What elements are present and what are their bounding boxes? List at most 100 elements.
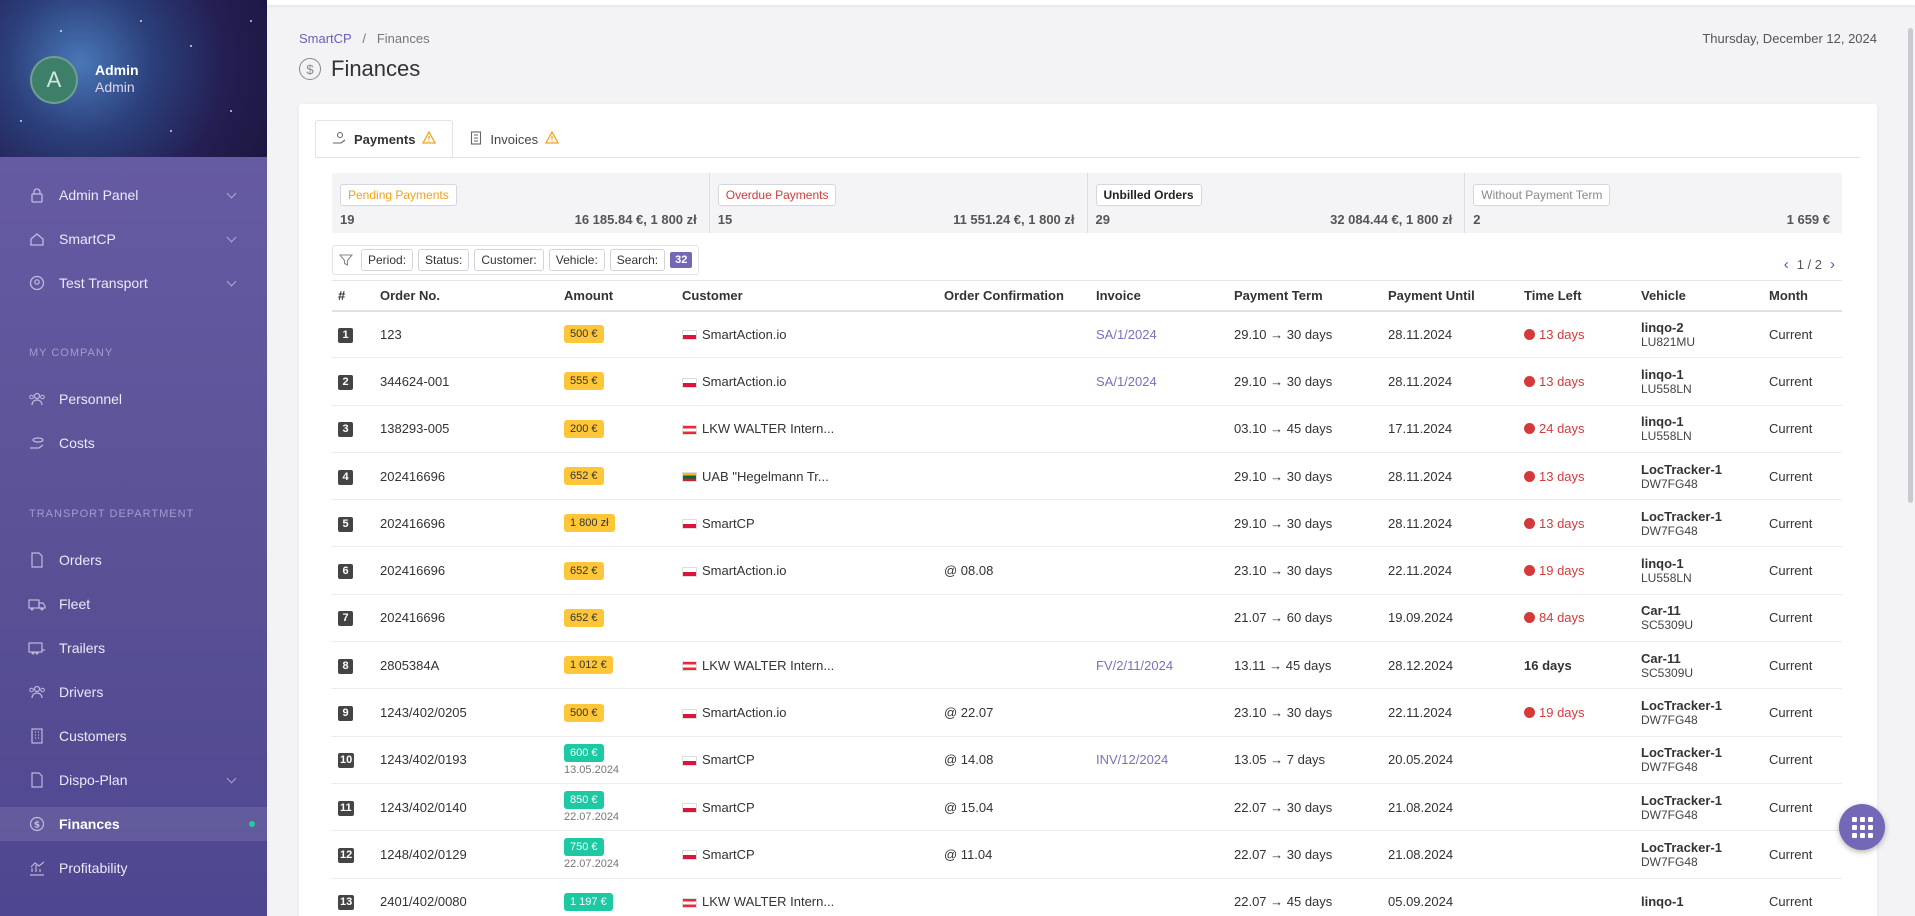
order-number[interactable]: 123 — [374, 310, 558, 359]
vehicle-cell[interactable]: linqo-1 LU558LN — [1635, 357, 1763, 406]
table-row[interactable]: 6 202416696 652 € SmartAction.io @ 08.08 23.1… — [332, 546, 1842, 595]
invoice-cell[interactable] — [1090, 405, 1228, 453]
prev-page-icon[interactable]: ‹ — [1776, 256, 1797, 273]
filter-customer[interactable]: Customer: — [474, 249, 544, 271]
stat-unbilled-orders[interactable]: Unbilled Orders 29 32 084.44 €, 1 800 zł — [1088, 173, 1466, 233]
invoice-link[interactable]: SA/1/2024 — [1096, 327, 1157, 342]
customer-cell[interactable]: SmartCP — [676, 830, 938, 879]
table-row[interactable]: 11 1243/402/0140 850 €22.07.2024 SmartCP @ 1… — [332, 783, 1842, 832]
avatar[interactable]: A — [30, 56, 78, 104]
invoice-cell[interactable] — [1090, 499, 1228, 548]
vehicle-cell[interactable]: LocTracker-1 DW7FG48 — [1635, 736, 1763, 784]
sidebar-item-finances[interactable]: $ Finances — [0, 807, 267, 841]
column-header[interactable]: Month — [1763, 280, 1842, 312]
order-number[interactable]: 202416696 — [374, 546, 558, 595]
order-number[interactable]: 1243/402/0140 — [374, 783, 558, 832]
order-number[interactable]: 2401/402/0080 — [374, 878, 558, 916]
column-header[interactable]: Order Confirmation — [938, 280, 1090, 312]
sidebar-item-drivers[interactable]: Drivers — [0, 675, 267, 709]
vehicle-cell[interactable]: LocTracker-1 DW7FG48 — [1635, 452, 1763, 501]
column-header[interactable]: Customer — [676, 280, 938, 312]
customer-cell[interactable]: SmartAction.io — [676, 357, 938, 406]
column-header[interactable]: Amount — [558, 280, 676, 312]
sidebar-item-profitability[interactable]: Profitability — [0, 851, 267, 885]
order-number[interactable]: 202416696 — [374, 594, 558, 643]
order-number[interactable]: 138293-005 — [374, 405, 558, 453]
order-number[interactable]: 1243/402/0205 — [374, 688, 558, 737]
sidebar-item-trailers[interactable]: Trailers — [0, 631, 267, 665]
customer-cell[interactable]: LKW WALTER Intern... — [676, 641, 938, 690]
sidebar-item-orders[interactable]: Orders — [0, 543, 267, 577]
invoice-cell[interactable] — [1090, 688, 1228, 737]
column-header[interactable]: Payment Until — [1382, 280, 1518, 312]
customer-cell[interactable]: SmartCP — [676, 783, 938, 832]
column-header[interactable]: Invoice — [1090, 280, 1228, 312]
vehicle-cell[interactable]: LocTracker-1 DW7FG48 — [1635, 830, 1763, 879]
order-number[interactable]: 2805384A — [374, 641, 558, 690]
invoice-cell[interactable]: FV/2/11/2024 — [1090, 641, 1228, 690]
order-number[interactable]: 344624-001 — [374, 357, 558, 406]
order-number[interactable]: 202416696 — [374, 499, 558, 548]
filter-status[interactable]: Status: — [418, 249, 470, 271]
table-row[interactable]: 2 344624-001 555 € SmartAction.io SA/1/2024 2… — [332, 357, 1842, 406]
column-header[interactable]: Vehicle — [1635, 280, 1763, 312]
invoice-cell[interactable] — [1090, 878, 1228, 916]
table-row[interactable]: 3 138293-005 200 € LKW WALTER Intern... 03.1… — [332, 405, 1842, 453]
vehicle-cell[interactable]: linqo-1 — [1635, 878, 1763, 916]
vehicle-cell[interactable]: LocTracker-1 DW7FG48 — [1635, 688, 1763, 737]
table-row[interactable]: 8 2805384A 1 012 € LKW WALTER Intern... FV/2… — [332, 641, 1842, 690]
invoice-cell[interactable] — [1090, 546, 1228, 595]
invoice-cell[interactable]: INV/12/2024 — [1090, 736, 1228, 784]
table-row[interactable]: 1 123 500 € SmartAction.io SA/1/2024 29.10 → … — [332, 310, 1842, 359]
order-number[interactable]: 1248/402/0129 — [374, 830, 558, 879]
vehicle-cell[interactable]: linqo-1 LU558LN — [1635, 546, 1763, 595]
column-header[interactable]: Payment Term — [1228, 280, 1382, 312]
sidebar-item-test-transport[interactable]: Test Transport — [0, 266, 267, 300]
column-header[interactable]: Time Left — [1518, 280, 1635, 312]
table-row[interactable]: 10 1243/402/0193 600 €13.05.2024 SmartCP @ 1… — [332, 736, 1842, 784]
filter-period[interactable]: Period: — [361, 249, 414, 271]
vehicle-cell[interactable]: linqo-2 LU821MU — [1635, 310, 1763, 359]
next-page-icon[interactable]: › — [1822, 256, 1843, 273]
sidebar-item-customers[interactable]: Customers — [0, 719, 267, 753]
tab-payments[interactable]: Payments — [315, 120, 454, 158]
apps-grid-button[interactable] — [1839, 804, 1885, 850]
invoice-cell[interactable]: SA/1/2024 — [1090, 310, 1228, 359]
order-number[interactable]: 202416696 — [374, 452, 558, 501]
table-row[interactable]: 5 202416696 1 800 zł SmartCP 29.10 → 30 days… — [332, 499, 1842, 548]
vehicle-cell[interactable]: Car-11 SC5309U — [1635, 594, 1763, 643]
breadcrumb-link-root[interactable]: SmartCP — [299, 31, 352, 46]
sidebar-item-admin-panel[interactable]: Admin Panel — [0, 178, 267, 212]
customer-cell[interactable]: SmartCP — [676, 499, 938, 548]
filter-search[interactable]: Search: — [609, 249, 666, 271]
customer-cell[interactable]: SmartAction.io — [676, 688, 938, 737]
invoice-link[interactable]: FV/2/11/2024 — [1096, 658, 1173, 673]
invoice-cell[interactable]: SA/1/2024 — [1090, 357, 1228, 406]
stat-pending-payments[interactable]: Pending Payments 19 16 185.84 €, 1 800 z… — [332, 173, 710, 233]
stat-overdue-payments[interactable]: Overdue Payments 15 11 551.24 €, 1 800 z… — [710, 173, 1088, 233]
table-row[interactable]: 7 202416696 652 € 21.07 → 60 days 19.09.2024… — [332, 594, 1842, 643]
vehicle-cell[interactable]: LocTracker-1 DW7FG48 — [1635, 499, 1763, 548]
customer-cell[interactable]: LKW WALTER Intern... — [676, 405, 938, 453]
column-header[interactable]: # — [332, 280, 374, 312]
customer-cell[interactable]: UAB "Hegelmann Tr... — [676, 452, 938, 501]
stat-without-payment-term[interactable]: Without Payment Term 2 1 659 € — [1465, 173, 1842, 233]
filter-icon[interactable] — [338, 253, 354, 267]
invoice-cell[interactable] — [1090, 452, 1228, 501]
sidebar-item-costs[interactable]: Costs — [0, 426, 267, 460]
vehicle-cell[interactable]: LocTracker-1 DW7FG48 — [1635, 783, 1763, 832]
sidebar-item-smartcp[interactable]: SmartCP — [0, 222, 267, 256]
order-number[interactable]: 1243/402/0193 — [374, 736, 558, 784]
invoice-cell[interactable] — [1090, 830, 1228, 879]
customer-cell[interactable]: LKW WALTER Intern... — [676, 878, 938, 916]
customer-cell[interactable]: SmartAction.io — [676, 546, 938, 595]
customer-cell[interactable]: SmartAction.io — [676, 310, 938, 359]
tab-invoices[interactable]: Invoices — [453, 120, 576, 158]
table-row[interactable]: 4 202416696 652 € UAB "Hegelmann Tr... 29.10… — [332, 452, 1842, 501]
scrollbar[interactable] — [1908, 28, 1913, 503]
sidebar-item-fleet[interactable]: Fleet — [0, 587, 267, 621]
invoice-link[interactable]: INV/12/2024 — [1096, 752, 1168, 767]
vehicle-cell[interactable]: linqo-1 LU558LN — [1635, 405, 1763, 453]
invoice-cell[interactable] — [1090, 783, 1228, 832]
vehicle-cell[interactable]: Car-11 SC5309U — [1635, 641, 1763, 690]
